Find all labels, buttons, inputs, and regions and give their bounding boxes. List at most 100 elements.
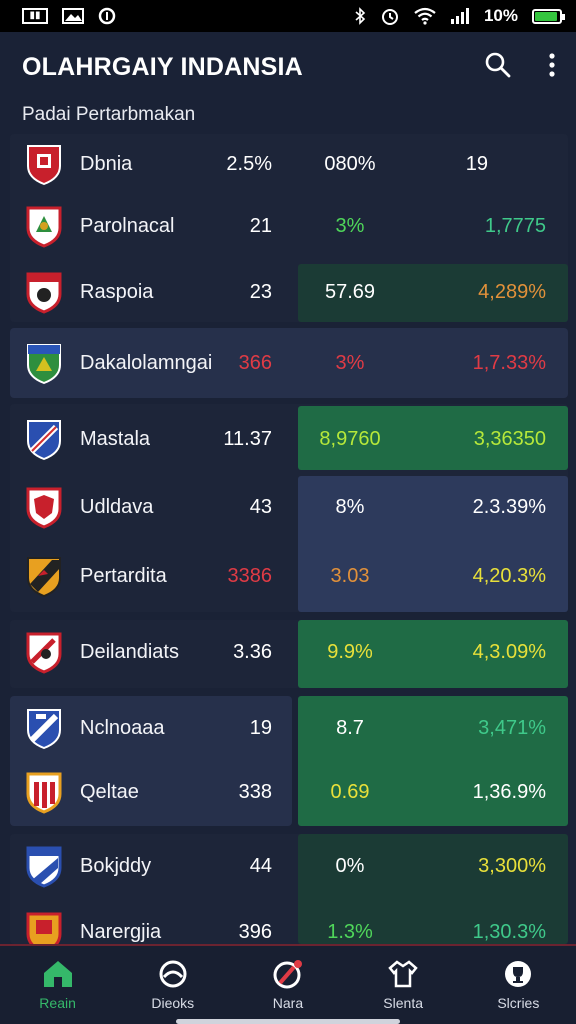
stat-value: 1,7775	[484, 214, 546, 237]
team-name: Qeltae	[80, 780, 139, 803]
table-row[interactable]: Dakalolamngai 366 3% 1,7.33%	[10, 333, 568, 393]
search-icon[interactable]	[484, 51, 512, 84]
team-crest-icon	[27, 420, 61, 461]
more-options-icon[interactable]	[548, 52, 556, 82]
stat-value: 8,9760	[319, 427, 381, 450]
team-name: Nclnoaaa	[80, 716, 165, 739]
stat-value: 2.5%	[226, 152, 272, 175]
team-name: Raspoia	[80, 280, 154, 303]
battery-percent: 10%	[483, 6, 518, 25]
nav-item-scores[interactable]: Slcries	[468, 959, 568, 1011]
table-row[interactable]: Pertardita 3386 3.03 4,20.3%	[10, 546, 568, 606]
wifi-icon	[414, 7, 436, 25]
page-title: OLAHRGAIY INDANSIA	[22, 52, 303, 81]
nav-item-stats[interactable]: Slenta	[353, 959, 453, 1011]
signal-icon	[450, 8, 470, 24]
team-crest-icon	[27, 145, 61, 186]
jersey-icon	[388, 960, 418, 988]
bluetooth-icon	[354, 7, 366, 25]
team-crest-icon	[27, 344, 61, 385]
home-icon	[43, 961, 72, 987]
stat-value: 57.69	[324, 280, 376, 303]
nav-label: Reain	[39, 995, 76, 1011]
stat-value: 1,7.33%	[472, 351, 546, 374]
stat-value: 1.3%	[327, 920, 373, 943]
stat-value: 2.3.39%	[472, 495, 546, 518]
team-crest-icon	[26, 772, 62, 814]
stat-value: 9.9%	[327, 640, 373, 663]
stat-value: 3,471%	[478, 716, 546, 739]
stat-value: 11.37	[223, 427, 272, 450]
team-crest-icon	[27, 557, 61, 598]
team-crest-icon	[26, 632, 62, 674]
stat-value: 396	[238, 920, 272, 943]
table-row[interactable]: Nclnoaaa 19 8.7 3,471%	[10, 698, 568, 758]
team-name: Deilandiats	[80, 640, 179, 663]
nav-item-matches[interactable]: Dieoks	[123, 959, 223, 1011]
table-row[interactable]: Deilandiats 3.36 9.9% 4,3.09%	[10, 622, 568, 682]
table-row[interactable]: Bokjddy 44 0% 3,300%	[10, 836, 568, 896]
stat-value: 8%	[335, 495, 365, 518]
team-crest-icon	[26, 487, 62, 529]
stat-value: 0.69	[330, 780, 370, 803]
nav-item-news[interactable]: Nara	[238, 959, 338, 1011]
stat-value: 4,289%	[478, 280, 546, 303]
trophy-icon	[505, 961, 532, 987]
sim-icon: ▮▮	[22, 8, 48, 24]
stat-value: 3,300%	[478, 854, 546, 877]
stat-value: 080%	[324, 152, 376, 175]
nav-label: Dieoks	[151, 995, 195, 1011]
stat-value: 23	[249, 280, 272, 303]
team-name: Bokjddy	[80, 854, 152, 877]
stat-value: 1,36.9%	[472, 780, 546, 803]
nav-label: Slcries	[497, 995, 540, 1011]
team-name: Parolnacal	[80, 214, 175, 237]
stat-value: 4,20.3%	[472, 564, 546, 587]
table-row[interactable]: Udldava 43 8% 2.3.39%	[10, 477, 568, 537]
battery-icon	[532, 8, 565, 24]
stat-value: 8.7	[336, 716, 364, 739]
stat-value: 19	[465, 152, 488, 175]
table-row[interactable]: Mastala 11.37 8,9760 3,36350	[10, 409, 568, 469]
stat-value: 4,3.09%	[472, 640, 546, 663]
table-row[interactable]: Parolnacal 21 3% 1,7775	[10, 196, 568, 256]
table-row[interactable]: Qeltae 338 0.69 1,36.9%	[10, 762, 568, 822]
table-row[interactable]: Dbnia 2.5% 080% 19	[10, 134, 568, 194]
team-name: Udldava	[80, 495, 154, 518]
team-name: Pertardita	[80, 564, 167, 587]
nav-item-home[interactable]: Reain	[8, 959, 108, 1011]
team-crest-icon	[26, 846, 62, 888]
stat-value: 1,30.3%	[472, 920, 546, 943]
team-name: Dakalolamngai	[80, 351, 213, 374]
team-name: Mastala	[80, 427, 151, 450]
team-name: Narergjia	[80, 920, 162, 943]
ball-icon	[159, 960, 187, 988]
stat-value: 3.03	[330, 564, 370, 587]
home-indicator[interactable]	[176, 1019, 400, 1024]
stat-value: 44	[249, 854, 272, 877]
notification-icon	[273, 960, 302, 989]
stat-value: 3.36	[233, 640, 272, 663]
team-crest-icon	[27, 709, 61, 750]
team-crest-icon	[26, 272, 62, 314]
nav-label: Nara	[272, 995, 304, 1011]
stat-value: 366	[238, 351, 272, 374]
stat-value: 3,36350	[473, 427, 546, 450]
section-label: Padai Pertarbmakan	[22, 104, 196, 125]
status-bar: ▮▮ 10%	[0, 0, 576, 32]
team-name: Dbnia	[80, 152, 133, 175]
stat-value: 43	[249, 495, 272, 518]
team-crest-icon	[26, 206, 62, 248]
app-header: OLAHRGAIY INDANSIA	[0, 32, 576, 102]
stat-value: 19	[249, 716, 272, 739]
stat-value: 3%	[335, 214, 365, 237]
table-row[interactable]: Raspoia 23 57.69 4,289%	[10, 262, 568, 322]
stat-value: 3%	[335, 351, 365, 374]
nav-label: Slenta	[383, 995, 423, 1011]
stat-value: 3386	[227, 564, 273, 587]
data-saver-icon	[98, 7, 116, 25]
image-icon	[62, 8, 84, 24]
alarm-icon	[380, 6, 400, 26]
stat-value: 0%	[335, 854, 365, 877]
bottom-navigation: Reain Dieoks Nara Slenta Slcries	[0, 944, 576, 1024]
